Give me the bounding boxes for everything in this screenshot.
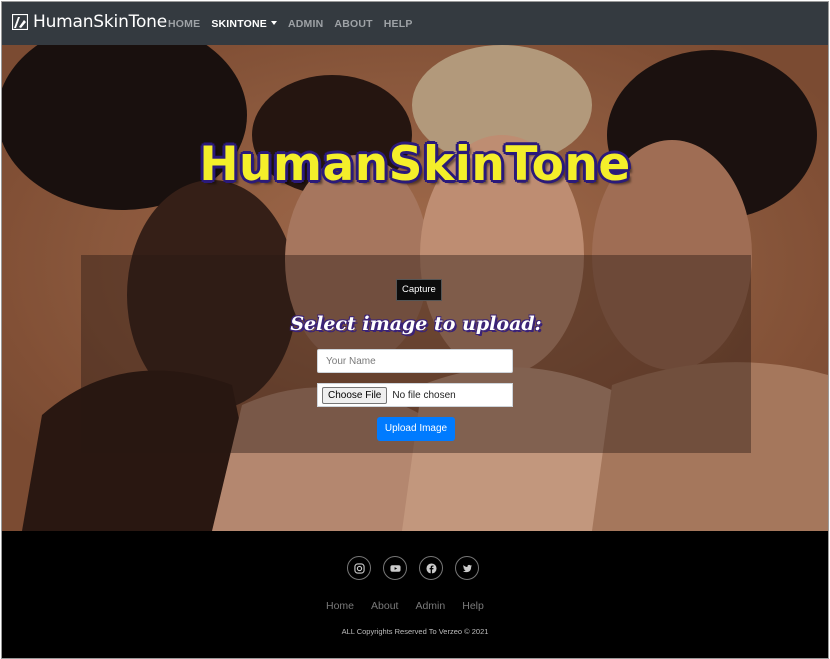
footer-links: Home About Admin Help	[326, 600, 501, 612]
nav-item-help[interactable]: HELP	[384, 18, 413, 30]
upload-image-button[interactable]: Upload Image	[377, 417, 455, 441]
social-links	[347, 556, 491, 580]
instagram-icon[interactable]	[347, 556, 371, 580]
footer-link-help[interactable]: Help	[462, 600, 484, 612]
chevron-down-icon	[270, 21, 277, 25]
hero-section: HumanSkinTone Capture Select image to up…	[2, 45, 828, 531]
page-frame: HumanSkinTone HOME SKINTONE ADMIN ABOUT …	[1, 1, 829, 659]
twitter-icon[interactable]	[455, 556, 479, 580]
nav-item-admin[interactable]: ADMIN	[288, 18, 323, 30]
hero-title-text: HumanSkinTone	[199, 137, 631, 192]
facebook-icon[interactable]	[419, 556, 443, 580]
brand[interactable]: HumanSkinTone	[12, 12, 167, 32]
footer-link-admin[interactable]: Admin	[415, 600, 445, 612]
nav-item-skintone[interactable]: SKINTONE	[211, 18, 277, 30]
brand-name: HumanSkinTone	[33, 12, 167, 32]
youtube-icon[interactable]	[383, 556, 407, 580]
nav-item-skintone-label: SKINTONE	[211, 18, 267, 30]
brand-logo-icon	[12, 14, 28, 30]
footer-link-about[interactable]: About	[371, 600, 398, 612]
file-input[interactable]: Choose File No file chosen	[317, 383, 513, 407]
file-status: No file chosen	[392, 389, 456, 401]
hero-title: HumanSkinTone	[2, 137, 828, 192]
nav-item-about[interactable]: ABOUT	[334, 18, 372, 30]
capture-button[interactable]: Capture	[396, 279, 442, 301]
name-input[interactable]	[317, 349, 513, 373]
nav-menu: HOME SKINTONE ADMIN ABOUT HELP	[168, 18, 424, 30]
choose-file-button[interactable]: Choose File	[322, 386, 388, 404]
upload-panel: Capture Select image to upload: Choose F…	[81, 255, 751, 453]
footer: Home About Admin Help ALL Copyrights Res…	[2, 531, 828, 658]
upload-heading: Select image to upload:	[290, 313, 542, 335]
nav-item-home[interactable]: HOME	[168, 18, 200, 30]
copyright: ALL Copyrights Reserved To Verzeo © 2021	[341, 627, 489, 636]
navbar: HumanSkinTone HOME SKINTONE ADMIN ABOUT …	[2, 2, 828, 45]
footer-link-home[interactable]: Home	[326, 600, 354, 612]
